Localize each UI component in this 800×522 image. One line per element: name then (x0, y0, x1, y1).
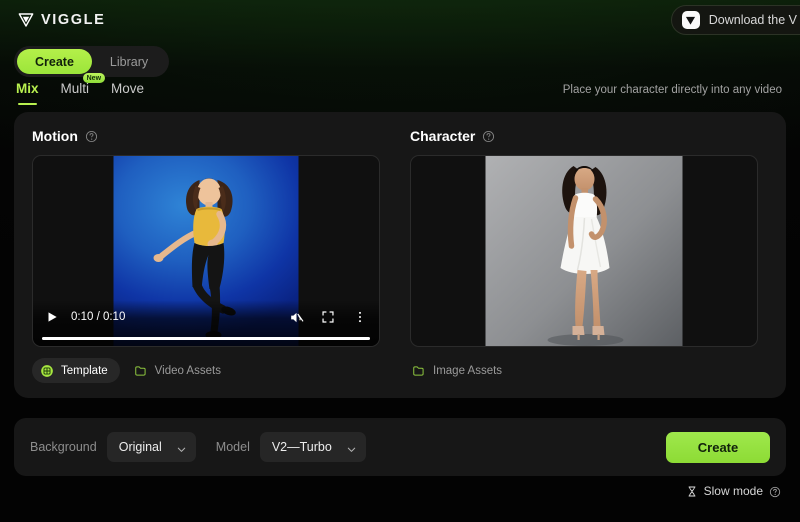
viggle-app-icon (681, 11, 700, 29)
character-panel: Character Image Assets (400, 112, 786, 398)
video-assets-button[interactable]: Video Assets (132, 358, 233, 383)
tab-multi-label: Multi (60, 81, 90, 96)
question-circle-icon[interactable] (482, 130, 495, 143)
download-app-button[interactable]: Download the V (670, 5, 800, 35)
brand: VIGGLE (18, 12, 105, 28)
create-button[interactable]: Create (666, 431, 770, 463)
download-app-label: Download the V (708, 13, 797, 27)
video-controls-right (289, 310, 367, 324)
template-grid-icon (40, 364, 54, 378)
motion-actions: Template Video Assets (32, 358, 382, 383)
tab-move[interactable]: Move (111, 80, 144, 105)
chevron-down-icon (176, 442, 187, 453)
character-actions: Image Assets (410, 358, 768, 383)
background-label: Background (30, 440, 97, 454)
editor-card: Motion 0:10 / 0:10 Template Video Assets… (14, 112, 786, 398)
app-root: VIGGLE Download the V Create Library Mix… (0, 0, 800, 522)
video-progress-fill (42, 337, 370, 340)
model-select[interactable]: V2—Turbo (259, 432, 366, 462)
tab-mix[interactable]: Mix (16, 80, 39, 105)
tab-move-label: Move (111, 81, 145, 96)
viggle-v-mark-icon (18, 12, 34, 28)
motion-video-frame[interactable]: 0:10 / 0:10 (32, 155, 380, 347)
top-bar: VIGGLE Download the V (0, 0, 800, 40)
template-button[interactable]: Template (32, 358, 120, 383)
volume-muted-icon[interactable] (289, 310, 304, 324)
folder-icon (412, 364, 426, 378)
brand-name: VIGGLE (41, 12, 106, 28)
video-assets-label: Video Assets (154, 364, 221, 377)
generation-settings-bar: Background Original Model V2—Turbo Creat… (14, 418, 786, 476)
image-assets-button[interactable]: Image Assets (410, 358, 514, 383)
tab-multi-new-badge: New (82, 73, 106, 83)
character-image-frame[interactable] (410, 155, 758, 347)
background-select[interactable]: Original (106, 432, 196, 462)
character-panel-header: Character (410, 128, 768, 144)
segment-library-button[interactable]: Library (92, 49, 166, 74)
slow-mode-toggle[interactable]: Slow mode (686, 484, 782, 498)
template-label: Template (61, 364, 108, 377)
play-icon[interactable] (45, 310, 59, 324)
fullscreen-icon[interactable] (321, 310, 335, 324)
chevron-down-icon (346, 442, 357, 453)
tagline: Place your character directly into any v… (562, 84, 782, 96)
character-image-thumbnail (485, 156, 683, 346)
question-circle-icon[interactable] (85, 130, 98, 143)
video-progress-bar[interactable] (42, 337, 370, 340)
image-assets-label: Image Assets (433, 364, 503, 377)
model-label: Model (215, 440, 250, 454)
tab-multi[interactable]: Multi New (60, 73, 106, 105)
mode-tabs: Mix Multi New Move (16, 73, 144, 105)
character-title: Character (410, 128, 476, 144)
video-controls-left: 0:10 / 0:10 (45, 310, 125, 324)
motion-panel: Motion 0:10 / 0:10 Template Video Assets (14, 112, 400, 398)
video-time-display: 0:10 / 0:10 (71, 311, 126, 323)
folder-icon (134, 364, 148, 378)
slow-mode-label: Slow mode (703, 484, 763, 498)
motion-panel-header: Motion (32, 128, 382, 144)
background-value: Original (118, 440, 162, 454)
tab-mix-label: Mix (16, 81, 39, 96)
hourglass-icon (686, 485, 698, 498)
model-value: V2—Turbo (271, 440, 332, 454)
question-circle-icon[interactable] (769, 485, 782, 498)
more-vertical-icon[interactable] (353, 310, 367, 324)
motion-title: Motion (32, 128, 78, 144)
segment-create-button[interactable]: Create (17, 49, 92, 74)
